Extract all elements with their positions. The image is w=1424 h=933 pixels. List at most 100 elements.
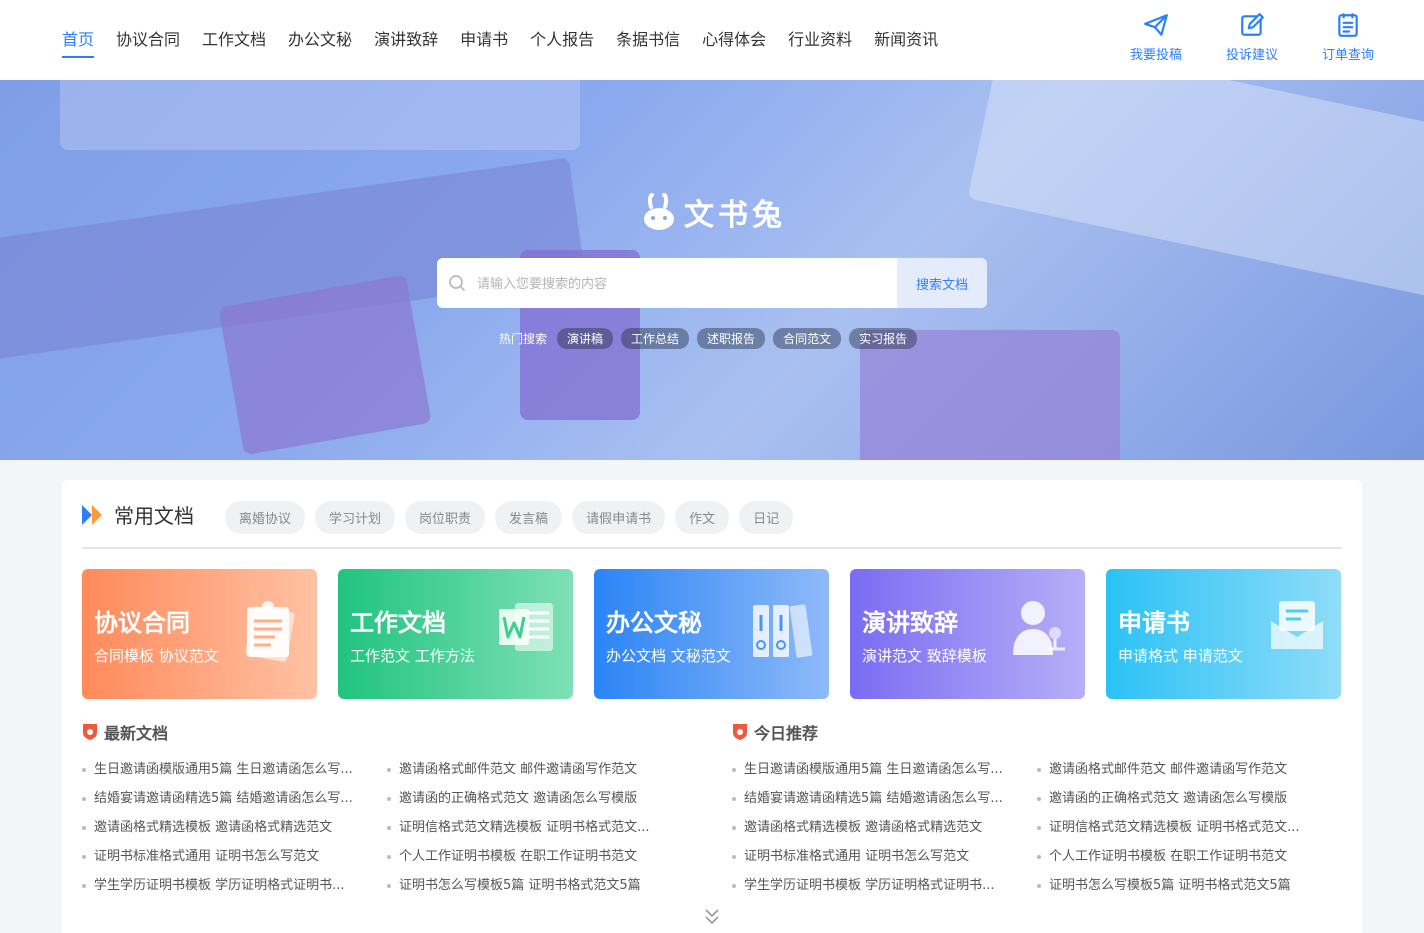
list-item[interactable]: 邀请函的正确格式范文 邀请函怎么写模版 bbox=[387, 789, 682, 809]
hot-tag[interactable]: 述职报告 bbox=[697, 328, 766, 349]
nav-news[interactable]: 新闻资讯 bbox=[874, 28, 938, 52]
card-subtitle: 工作范文 工作方法 bbox=[350, 647, 475, 665]
bg-folder-shape bbox=[218, 274, 432, 456]
bg-paper-shape bbox=[60, 80, 580, 150]
card-title: 办公文秘 bbox=[606, 609, 702, 637]
nav-personal-report[interactable]: 个人报告 bbox=[530, 28, 594, 52]
list-item[interactable]: 邀请函格式精选模板 邀请函格式精选范文 bbox=[82, 818, 377, 838]
card-title: 工作文档 bbox=[350, 609, 446, 637]
card-title: 申请书 bbox=[1118, 609, 1190, 637]
list-item[interactable]: 结婚宴请邀请函精选5篇 结婚邀请函怎么写... bbox=[732, 789, 1027, 809]
hero-banner: 文书兔 搜索文档 热门搜索 演讲稿 工作总结 述职报告 合同范文 实习报告 bbox=[0, 80, 1424, 460]
hot-tag[interactable]: 合同范文 bbox=[773, 328, 842, 349]
nav-speech[interactable]: 演讲致辞 bbox=[374, 28, 438, 52]
list-item[interactable]: 证明信格式范文精选模板 证明书格式范文... bbox=[1037, 818, 1332, 838]
site-logo[interactable]: 文书兔 bbox=[642, 190, 786, 234]
list-item[interactable]: 证明书怎么写模板5篇 证明书格式范文5篇 bbox=[1037, 876, 1332, 896]
card-subtitle: 办公文档 文秘范文 bbox=[606, 647, 731, 665]
submit-article-label: 我要投稿 bbox=[1129, 48, 1182, 63]
list-item[interactable]: 学生学历证明书模板 学历证明格式证明书... bbox=[82, 876, 377, 896]
speaker-icon bbox=[1013, 601, 1065, 655]
list-item[interactable]: 证明书标准格式通用 证明书怎么写范文 bbox=[82, 847, 377, 867]
logo-text: 文书兔 bbox=[684, 198, 786, 233]
card-speech[interactable]: 演讲致辞 演讲范文 致辞模板 bbox=[850, 569, 1085, 699]
card-subtitle: 申请格式 申请范文 bbox=[1118, 647, 1243, 665]
list-item[interactable]: 个人工作证明书模板 在职工作证明书范文 bbox=[1037, 847, 1332, 867]
section-title: 常用文档 bbox=[114, 504, 194, 528]
latest-docs-title: 最新文档 bbox=[104, 724, 169, 743]
card-subtitle: 演讲范文 致辞模板 bbox=[862, 647, 987, 665]
main-nav: 首页 协议合同 工作文档 办公文秘 演讲致辞 申请书 个人报告 条据书信 心得体… bbox=[62, 0, 938, 80]
nav-experience[interactable]: 心得体会 bbox=[702, 28, 766, 52]
card-title: 协议合同 bbox=[94, 609, 190, 637]
feedback-button[interactable]: 投诉建议 bbox=[1224, 12, 1280, 63]
common-tag[interactable]: 发言稿 bbox=[495, 501, 563, 534]
hot-tag[interactable]: 工作总结 bbox=[621, 328, 690, 349]
list-item[interactable]: 生日邀请函模版通用5篇 生日邀请函怎么写... bbox=[732, 760, 1027, 780]
bg-paper-shape bbox=[967, 80, 1424, 299]
search-button[interactable]: 搜索文档 bbox=[897, 258, 987, 308]
today-picks-header: 今日推荐 bbox=[732, 720, 818, 744]
common-tag[interactable]: 学习计划 bbox=[315, 501, 396, 534]
card-work-docs[interactable]: 工作文档 工作范文 工作方法 bbox=[338, 569, 573, 699]
binders-icon bbox=[753, 604, 813, 658]
envelope-icon bbox=[1271, 601, 1323, 649]
shield-badge-icon bbox=[733, 724, 747, 740]
hot-tag[interactable]: 实习报告 bbox=[849, 328, 918, 349]
hot-tag[interactable]: 演讲稿 bbox=[557, 328, 614, 349]
list-item[interactable]: 邀请函格式邮件范文 邮件邀请函写作范文 bbox=[1037, 760, 1332, 780]
nav-agreements[interactable]: 协议合同 bbox=[116, 28, 180, 52]
double-chevron-right-icon bbox=[82, 504, 102, 525]
list-item[interactable]: 结婚宴请邀请函精选5篇 结婚邀请函怎么写... bbox=[82, 789, 377, 809]
edit-icon bbox=[1241, 13, 1264, 36]
nav-office[interactable]: 办公文秘 bbox=[288, 28, 352, 52]
category-cards: 协议合同 合同模板 协议范文 工作文档 工作范文 工作方法 办公文秘 办公文档 … bbox=[82, 569, 1341, 699]
card-application[interactable]: 申请书 申请格式 申请范文 bbox=[1106, 569, 1341, 699]
card-title: 演讲致辞 bbox=[862, 609, 958, 637]
submit-article-button[interactable]: 我要投稿 bbox=[1128, 12, 1184, 63]
list-item[interactable]: 证明书标准格式通用 证明书怎么写范文 bbox=[732, 847, 1027, 867]
shield-badge-icon bbox=[83, 724, 97, 740]
nav-work-docs[interactable]: 工作文档 bbox=[202, 28, 266, 52]
common-tag[interactable]: 请假申请书 bbox=[572, 501, 666, 534]
feedback-label: 投诉建议 bbox=[1225, 48, 1278, 63]
search-icon bbox=[437, 258, 477, 308]
list-item[interactable]: 生日邀请函模版通用5篇 生日邀请函怎么写... bbox=[82, 760, 377, 780]
latest-docs-list: 生日邀请函模版通用5篇 生日邀请函怎么写... 邀请函格式邮件范文 邮件邀请函写… bbox=[82, 760, 682, 896]
nav-application[interactable]: 申请书 bbox=[460, 28, 508, 52]
list-item[interactable]: 证明书怎么写模板5篇 证明书格式范文5篇 bbox=[387, 876, 682, 896]
contract-icon bbox=[245, 601, 295, 662]
order-query-button[interactable]: 订单查询 bbox=[1320, 12, 1376, 63]
card-agreements[interactable]: 协议合同 合同模板 协议范文 bbox=[82, 569, 317, 699]
list-item[interactable]: 邀请函的正确格式范文 邀请函怎么写模版 bbox=[1037, 789, 1332, 809]
nav-letters[interactable]: 条据书信 bbox=[616, 28, 680, 52]
nav-industry[interactable]: 行业资料 bbox=[788, 28, 852, 52]
nav-home[interactable]: 首页 bbox=[62, 28, 95, 58]
today-picks-title: 今日推荐 bbox=[754, 724, 819, 743]
section-header: 常用文档 bbox=[82, 500, 194, 529]
card-office[interactable]: 办公文秘 办公文档 文秘范文 bbox=[594, 569, 829, 699]
common-tag[interactable]: 离婚协议 bbox=[225, 501, 306, 534]
latest-docs-header: 最新文档 bbox=[82, 720, 168, 744]
common-tags: 离婚协议 学习计划 岗位职责 发言稿 请假申请书 作文 日记 bbox=[225, 501, 794, 534]
order-query-label: 订单查询 bbox=[1321, 48, 1374, 63]
expand-more-button[interactable] bbox=[704, 908, 720, 930]
hot-searches: 热门搜索 演讲稿 工作总结 述职报告 合同范文 实习报告 bbox=[499, 328, 918, 349]
list-item[interactable]: 学生学历证明书模板 学历证明格式证明书... bbox=[732, 876, 1027, 896]
common-docs-panel: 常用文档 离婚协议 学习计划 岗位职责 发言稿 请假申请书 作文 日记 协议合同… bbox=[62, 480, 1362, 933]
list-item[interactable]: 邀请函格式邮件范文 邮件邀请函写作范文 bbox=[387, 760, 682, 780]
list-item[interactable]: 证明信格式范文精选模板 证明书格式范文... bbox=[387, 818, 682, 838]
list-item[interactable]: 邀请函格式精选模板 邀请函格式精选范文 bbox=[732, 818, 1027, 838]
list-item[interactable]: 个人工作证明书模板 在职工作证明书范文 bbox=[387, 847, 682, 867]
paper-plane-icon bbox=[1144, 14, 1168, 36]
section-divider bbox=[82, 547, 1342, 549]
common-tag[interactable]: 岗位职责 bbox=[405, 501, 486, 534]
top-header: 首页 协议合同 工作文档 办公文秘 演讲致辞 申请书 个人报告 条据书信 心得体… bbox=[0, 0, 1424, 80]
common-tag[interactable]: 作文 bbox=[675, 501, 730, 534]
word-document-icon bbox=[499, 603, 553, 651]
card-subtitle: 合同模板 协议范文 bbox=[94, 647, 219, 665]
search-input[interactable] bbox=[477, 258, 897, 308]
bg-folder-shape bbox=[860, 330, 1120, 460]
common-tag[interactable]: 日记 bbox=[739, 501, 794, 534]
rabbit-logo-icon bbox=[644, 193, 674, 230]
